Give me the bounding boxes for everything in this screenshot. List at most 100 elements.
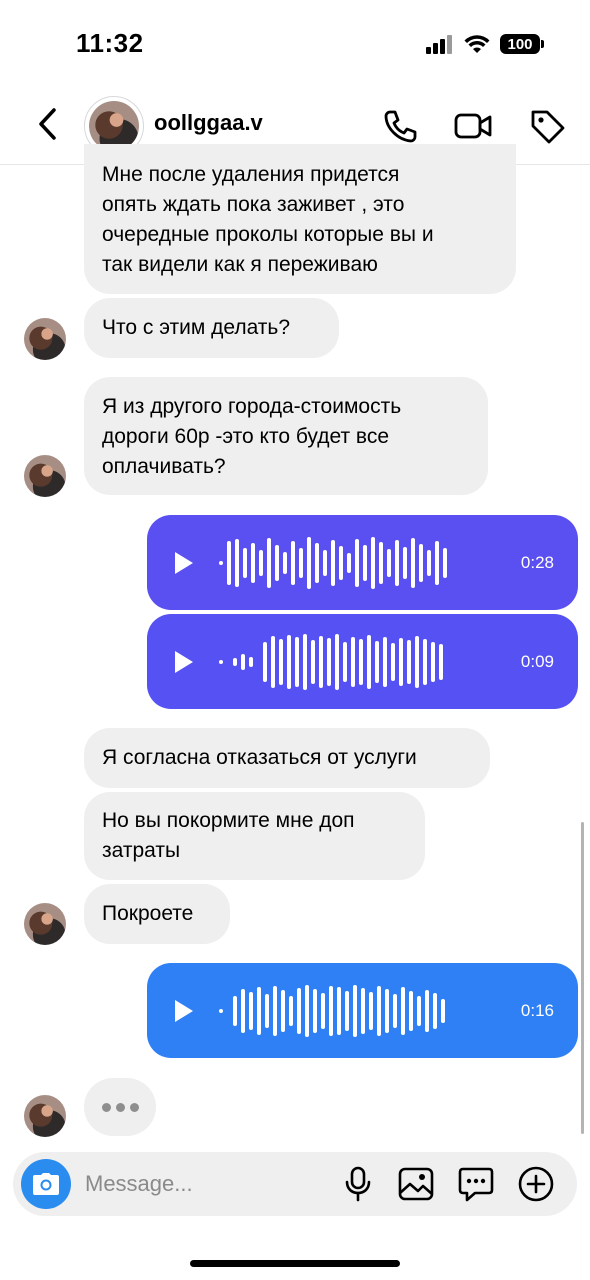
typing-dot: [129, 1102, 139, 1112]
waveform-bar: [259, 549, 263, 576]
waveform-bar: [267, 537, 271, 588]
play-icon[interactable]: [173, 550, 195, 576]
wifi-icon: [464, 35, 490, 53]
message-bubble-incoming[interactable]: Что с этим делать?: [84, 298, 339, 358]
waveform-bar: [295, 636, 299, 687]
voice-duration: 0:09: [520, 651, 554, 671]
voice-message[interactable]: 0:28: [147, 515, 578, 610]
waveform-bar: [431, 641, 435, 682]
status-bar: 11:32 100: [0, 0, 590, 88]
play-icon[interactable]: [173, 998, 195, 1024]
camera-icon: [33, 1173, 59, 1195]
waveform-bar: [387, 548, 391, 577]
waveform-bar: [423, 638, 427, 685]
contact-avatar-small: [24, 1095, 66, 1137]
waveform-bar: [383, 636, 387, 687]
waveform-bar: [329, 985, 333, 1036]
waveform-bar: [419, 543, 423, 582]
waveform-bar: [371, 536, 375, 589]
message-input[interactable]: [85, 1152, 325, 1216]
voice-message[interactable]: 0:16: [147, 963, 578, 1058]
battery-icon: 100: [500, 34, 544, 54]
waveform-bar: [439, 643, 443, 680]
waveform-bar: [227, 1009, 229, 1013]
video-camera-icon[interactable]: [453, 106, 493, 146]
waveform-bar: [343, 641, 347, 682]
waveform-bar: [395, 539, 399, 586]
camera-button[interactable]: [21, 1159, 71, 1209]
audio-waveform[interactable]: [219, 533, 505, 593]
waveform-bar: [369, 991, 373, 1030]
waveform-bar: [407, 639, 411, 684]
message-bubble-incoming[interactable]: Я согласна отказаться от услуги: [84, 728, 490, 788]
message-bubble-incoming[interactable]: Мне после удаления придется опять ждать …: [84, 144, 516, 294]
waveform-bar: [417, 995, 421, 1026]
waveform-bar: [227, 660, 229, 664]
waveform-bar: [257, 986, 261, 1035]
contact-avatar-small: [24, 903, 66, 945]
waveform-bar: [327, 637, 331, 686]
waveform-bar: [355, 538, 359, 587]
typing-dot: [101, 1102, 111, 1112]
waveform-bar: [385, 988, 389, 1033]
status-time: 11:32: [76, 28, 144, 58]
waveform-bar: [249, 656, 253, 667]
waveform-bar: [243, 547, 247, 578]
phone-icon[interactable]: [380, 106, 420, 146]
back-chevron-icon[interactable]: [34, 106, 62, 142]
waveform-bar: [235, 538, 239, 587]
audio-waveform[interactable]: [219, 981, 505, 1041]
waveform-bar: [281, 989, 285, 1032]
waveform-bar: [391, 642, 395, 681]
waveform-bar: [319, 635, 323, 688]
waveform-bar: [311, 639, 315, 684]
voice-message[interactable]: 0:09: [147, 614, 578, 709]
home-indicator: [190, 1260, 400, 1267]
typing-dot: [115, 1102, 125, 1112]
waveform-bar: [275, 544, 279, 581]
waveform-bar: [375, 640, 379, 683]
message-bubble-incoming[interactable]: Но вы покормите мне доп затраты: [84, 792, 425, 880]
waveform-bar: [315, 542, 319, 583]
gallery-icon[interactable]: [397, 1165, 435, 1203]
waveform-bar: [403, 546, 407, 579]
microphone-icon[interactable]: [339, 1165, 377, 1203]
waveform-bar: [361, 987, 365, 1034]
play-icon[interactable]: [173, 649, 195, 675]
tag-icon[interactable]: [527, 106, 567, 146]
waveform-bar: [271, 635, 275, 688]
waveform-bar: [307, 536, 311, 589]
waveform-bar: [379, 541, 383, 584]
sticker-icon[interactable]: [457, 1165, 495, 1203]
waveform-bar: [353, 984, 357, 1037]
waveform-bar: [233, 995, 237, 1026]
scrollbar[interactable]: [581, 822, 584, 1134]
voice-duration: 0:28: [520, 552, 554, 572]
message-bubble-incoming[interactable]: Я из другого города-стоимость дороги 60р…: [84, 377, 488, 495]
waveform-bar: [401, 986, 405, 1035]
waveform-bar: [411, 537, 415, 588]
waveform-bar: [359, 638, 363, 685]
waveform-bar: [351, 636, 355, 687]
status-icons: 100: [426, 33, 544, 55]
waveform-bar: [227, 540, 231, 585]
waveform-bar: [377, 985, 381, 1036]
waveform-bar: [363, 544, 367, 581]
contact-username[interactable]: oollggaa.v: [154, 110, 263, 136]
waveform-bar: [435, 540, 439, 585]
waveform-bar: [409, 990, 413, 1031]
message-bubble-incoming[interactable]: Покроете: [84, 884, 230, 944]
audio-waveform[interactable]: [219, 632, 505, 692]
waveform-bar: [399, 637, 403, 686]
waveform-bar: [321, 992, 325, 1029]
signal-icon: [426, 35, 452, 54]
waveform-bar: [249, 991, 253, 1030]
plus-icon[interactable]: [517, 1165, 555, 1203]
waveform-bar: [233, 657, 237, 666]
waveform-bar: [367, 634, 371, 689]
waveform-bar: [347, 552, 351, 573]
waveform-bar: [335, 633, 339, 690]
waveform-bar: [427, 549, 431, 576]
waveform-bar: [305, 984, 309, 1037]
waveform-bar: [299, 547, 303, 578]
